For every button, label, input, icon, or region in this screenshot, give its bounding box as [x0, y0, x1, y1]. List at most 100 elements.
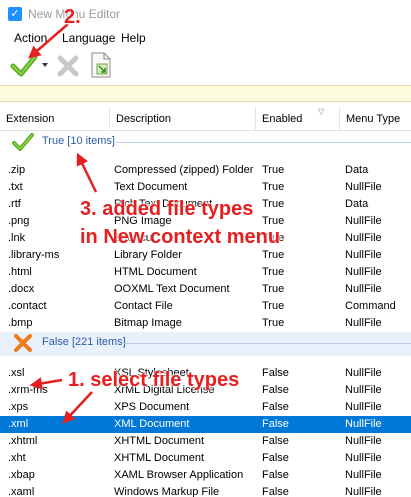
- cell-menu-type: NullFile: [345, 181, 382, 193]
- check-icon[interactable]: [10, 52, 38, 78]
- cell-enabled: True: [262, 317, 285, 329]
- x-icon: [14, 334, 32, 352]
- cell-enabled: True: [262, 266, 285, 278]
- cell-description: XHTML Document: [114, 452, 205, 464]
- cell-menu-type: NullFile: [345, 469, 382, 481]
- table-row[interactable]: .zip Compressed (zipped) Folder True Data: [0, 162, 411, 179]
- cell-description: XML Document: [114, 418, 190, 430]
- cell-menu-type: NullFile: [345, 249, 382, 261]
- cell-description: Contact File: [114, 300, 173, 312]
- cell-description: OOXML Text Document: [114, 283, 230, 295]
- sort-arrow-icon: ▽: [318, 107, 325, 116]
- cell-menu-type: NullFile: [345, 215, 382, 227]
- cell-enabled: False: [262, 418, 289, 430]
- cell-description: XHTML Document: [114, 435, 205, 447]
- column-enabled[interactable]: Enabled: [256, 107, 340, 131]
- cell-enabled: True: [262, 181, 285, 193]
- table-row[interactable]: .xhtml XHTML Document False NullFile: [0, 433, 411, 450]
- table-row[interactable]: .txt Text Document True NullFile: [0, 179, 411, 196]
- cell-enabled: False: [262, 486, 289, 497]
- table-row[interactable]: .xps XPS Document False NullFile: [0, 399, 411, 416]
- cell-menu-type: NullFile: [345, 283, 382, 295]
- toolbar: [0, 48, 411, 84]
- cell-menu-type: NullFile: [345, 435, 382, 447]
- cell-extension: .xht: [8, 452, 26, 464]
- cell-description: Compressed (zipped) Folder: [114, 164, 254, 176]
- table-row[interactable]: .library-ms Library Folder True NullFile: [0, 247, 411, 264]
- cell-extension: .html: [8, 266, 32, 278]
- cell-menu-type: NullFile: [345, 367, 382, 379]
- cell-enabled: False: [262, 452, 289, 464]
- table-row[interactable]: .docx OOXML Text Document True NullFile: [0, 281, 411, 298]
- cell-description: Text Document: [114, 181, 188, 193]
- column-headers: Extension Description Enabled Menu Type …: [0, 107, 411, 131]
- cell-description: HTML Document: [114, 266, 197, 278]
- cell-enabled: True: [262, 283, 285, 295]
- menu-language[interactable]: Language: [62, 31, 115, 45]
- dropdown-arrow-icon[interactable]: [42, 63, 48, 67]
- cell-extension: .xml: [8, 418, 29, 430]
- title-bar: ✓ New Menu Editor: [0, 0, 411, 28]
- cell-menu-type: Data: [345, 164, 369, 176]
- cell-enabled: True: [262, 164, 285, 176]
- table-row[interactable]: .bmp Bitmap Image True NullFile: [0, 315, 411, 332]
- cell-extension: .xaml: [8, 486, 35, 497]
- group-title-false: False [221 items]: [42, 336, 126, 348]
- x-icon[interactable]: [56, 54, 80, 78]
- export-document-icon[interactable]: [90, 52, 112, 78]
- cell-enabled: False: [262, 469, 289, 481]
- cell-extension: .zip: [8, 164, 26, 176]
- menu-bar: Action Language Help: [0, 28, 411, 48]
- cell-description: XPS Document: [114, 401, 190, 413]
- cell-menu-type: NullFile: [345, 317, 382, 329]
- cell-menu-type: NullFile: [345, 401, 382, 413]
- cell-extension: .contact: [8, 300, 47, 312]
- column-extension[interactable]: Extension: [0, 107, 110, 131]
- cell-menu-type: NullFile: [345, 232, 382, 244]
- cell-extension: .bmp: [8, 317, 33, 329]
- table-row[interactable]: .xbap XAML Browser Application False NullFi…: [0, 467, 411, 484]
- cell-enabled: False: [262, 367, 289, 379]
- group-divider: [116, 142, 411, 143]
- annotation-step-2: 2.: [64, 6, 81, 28]
- cell-description: XAML Browser Application: [114, 469, 244, 481]
- cell-description: Bitmap Image: [114, 317, 182, 329]
- app-check-icon: ✓: [8, 7, 22, 21]
- group-divider: [116, 343, 411, 344]
- cell-enabled: False: [262, 435, 289, 447]
- cell-menu-type: NullFile: [345, 452, 382, 464]
- table-row[interactable]: .html HTML Document True NullFile: [0, 264, 411, 281]
- check-icon: [12, 133, 34, 151]
- cell-menu-type: Command: [345, 300, 396, 312]
- column-description[interactable]: Description: [110, 107, 256, 131]
- cell-menu-type: NullFile: [345, 384, 382, 396]
- table-row[interactable]: .contact Contact File True Command: [0, 298, 411, 315]
- cell-extension: .library-ms: [8, 249, 60, 261]
- cell-enabled: True: [262, 249, 285, 261]
- cell-menu-type: NullFile: [345, 418, 382, 430]
- table-row[interactable]: .xml XML Document False NullFile: [0, 416, 411, 433]
- table-row[interactable]: .xht XHTML Document False NullFile: [0, 450, 411, 467]
- cell-enabled: False: [262, 384, 289, 396]
- cell-enabled: True: [262, 198, 285, 210]
- cell-description: Library Folder: [114, 249, 182, 261]
- annotation-step-3-line-2: in New context menu: [80, 226, 281, 248]
- table-row[interactable]: .xaml Windows Markup File False NullFile: [0, 484, 411, 497]
- cell-enabled: True: [262, 300, 285, 312]
- annotation-step-3-line-1: 3. added file types: [80, 198, 254, 220]
- cell-extension: .txt: [8, 181, 23, 193]
- menu-action[interactable]: Action: [14, 31, 47, 45]
- group-header-false[interactable]: False [221 items]: [0, 332, 411, 356]
- annotation-step-1: 1. select file types: [68, 369, 240, 391]
- column-menu-type[interactable]: Menu Type: [340, 107, 411, 131]
- cell-menu-type: Data: [345, 198, 369, 210]
- menu-help[interactable]: Help: [121, 31, 146, 45]
- group-header-true[interactable]: True [10 items]: [0, 131, 411, 155]
- cell-description: Windows Markup File: [114, 486, 220, 497]
- cell-extension: .xbap: [8, 469, 35, 481]
- cell-menu-type: NullFile: [345, 266, 382, 278]
- filter-input[interactable]: [0, 85, 411, 102]
- cell-extension: .xhtml: [8, 435, 38, 447]
- cell-enabled: False: [262, 401, 289, 413]
- cell-extension: .xps: [8, 401, 29, 413]
